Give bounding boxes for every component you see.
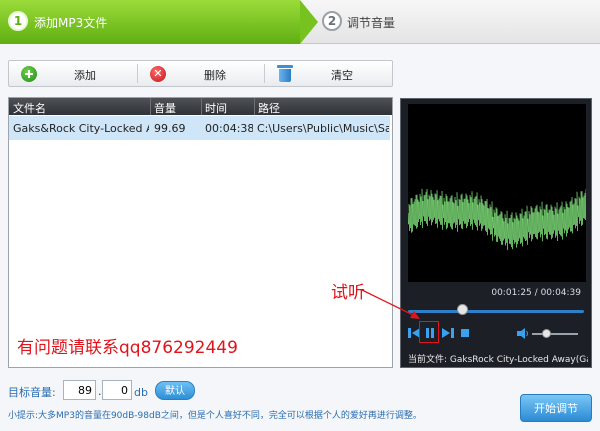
volume-slider[interactable]	[532, 333, 578, 335]
time-readout: 00:01:25 / 00:04:39	[401, 288, 591, 298]
elapsed-time: 00:01:25	[491, 288, 532, 298]
step-1-label: 添加MP3文件	[34, 16, 108, 30]
column-divider[interactable]	[150, 98, 151, 115]
column-divider[interactable]	[254, 98, 255, 115]
speaker-icon[interactable]	[517, 328, 529, 339]
seek-thumb[interactable]	[456, 304, 468, 315]
step-1-number: 1	[8, 11, 28, 31]
delete-button-label: 删除	[204, 69, 226, 82]
step-header: 1 添加MP3文件 2 调节音量	[0, 0, 600, 44]
target-volume-label: 目标音量:	[8, 386, 56, 399]
volume-integer-input[interactable]	[63, 380, 96, 400]
step-2-number[interactable]: 2	[322, 11, 342, 31]
decimal-point: .	[98, 385, 102, 398]
table-row[interactable]: Gaks&Rock City-Locked A... 99.69 00:04:3…	[9, 116, 390, 140]
cell-volume: 99.69	[154, 122, 186, 135]
waveform-display	[407, 104, 587, 282]
trash-icon	[277, 64, 293, 83]
annotation-arrow-icon	[361, 289, 420, 319]
annotation-contact: 有问题请联系qq876292449	[17, 338, 238, 358]
volume-thumb[interactable]	[541, 329, 551, 338]
column-header-path[interactable]: 路径	[258, 100, 280, 116]
clear-button[interactable]: 清空	[265, 61, 393, 86]
time-separator: /	[534, 288, 538, 298]
column-header-name[interactable]: 文件名	[13, 100, 46, 116]
waveform-line	[407, 188, 587, 250]
cell-filename: Gaks&Rock City-Locked A...	[13, 122, 149, 135]
tip-text: 小提示:大多MP3的音量在90dB-98dB之间，但是个人喜好不同，完全可以根据…	[8, 411, 422, 421]
add-button[interactable]: 添加	[9, 61, 137, 86]
step-1-tab[interactable]: 1 添加MP3文件	[0, 0, 300, 44]
stop-icon[interactable]	[460, 327, 470, 339]
start-adjust-button[interactable]: 开始调节	[520, 394, 592, 422]
file-table: 文件名 音量 时间 路径 Gaks&Rock City-Locked A... …	[8, 97, 393, 368]
volume-unit: db	[134, 386, 148, 399]
now-playing-filename: GaksRock City-Locked Away(Gaks Rem	[449, 355, 588, 365]
column-header-volume[interactable]: 音量	[154, 100, 176, 116]
column-header-time[interactable]: 时间	[205, 100, 227, 116]
default-button[interactable]: 默认	[155, 381, 195, 400]
waveform-graph	[407, 188, 587, 250]
now-playing-label: 当前文件:	[408, 355, 448, 365]
step-arrow	[300, 0, 318, 44]
add-button-label: 添加	[74, 69, 96, 82]
volume-decimal-input[interactable]	[102, 380, 132, 400]
pause-highlight-box	[419, 321, 439, 343]
now-playing: 当前文件: GaksRock City-Locked Away(Gaks Rem	[408, 352, 588, 365]
total-time: 00:04:39	[540, 288, 581, 298]
fast-forward-icon[interactable]	[442, 327, 454, 339]
seek-bar[interactable]	[408, 310, 584, 313]
cell-path: C:\Users\Public\Music\Sa...	[257, 122, 389, 135]
cell-time: 00:04:38	[205, 122, 253, 135]
column-divider[interactable]	[201, 98, 202, 115]
delete-button[interactable]: ✕ 删除	[138, 61, 264, 86]
file-toolbar: 添加 ✕ 删除 清空	[8, 60, 393, 87]
table-header: 文件名 音量 时间 路径	[9, 98, 392, 115]
add-icon	[21, 66, 37, 82]
step-2-label[interactable]: 调节音量	[347, 14, 395, 31]
clear-button-label: 清空	[331, 69, 353, 82]
delete-icon: ✕	[150, 66, 166, 82]
